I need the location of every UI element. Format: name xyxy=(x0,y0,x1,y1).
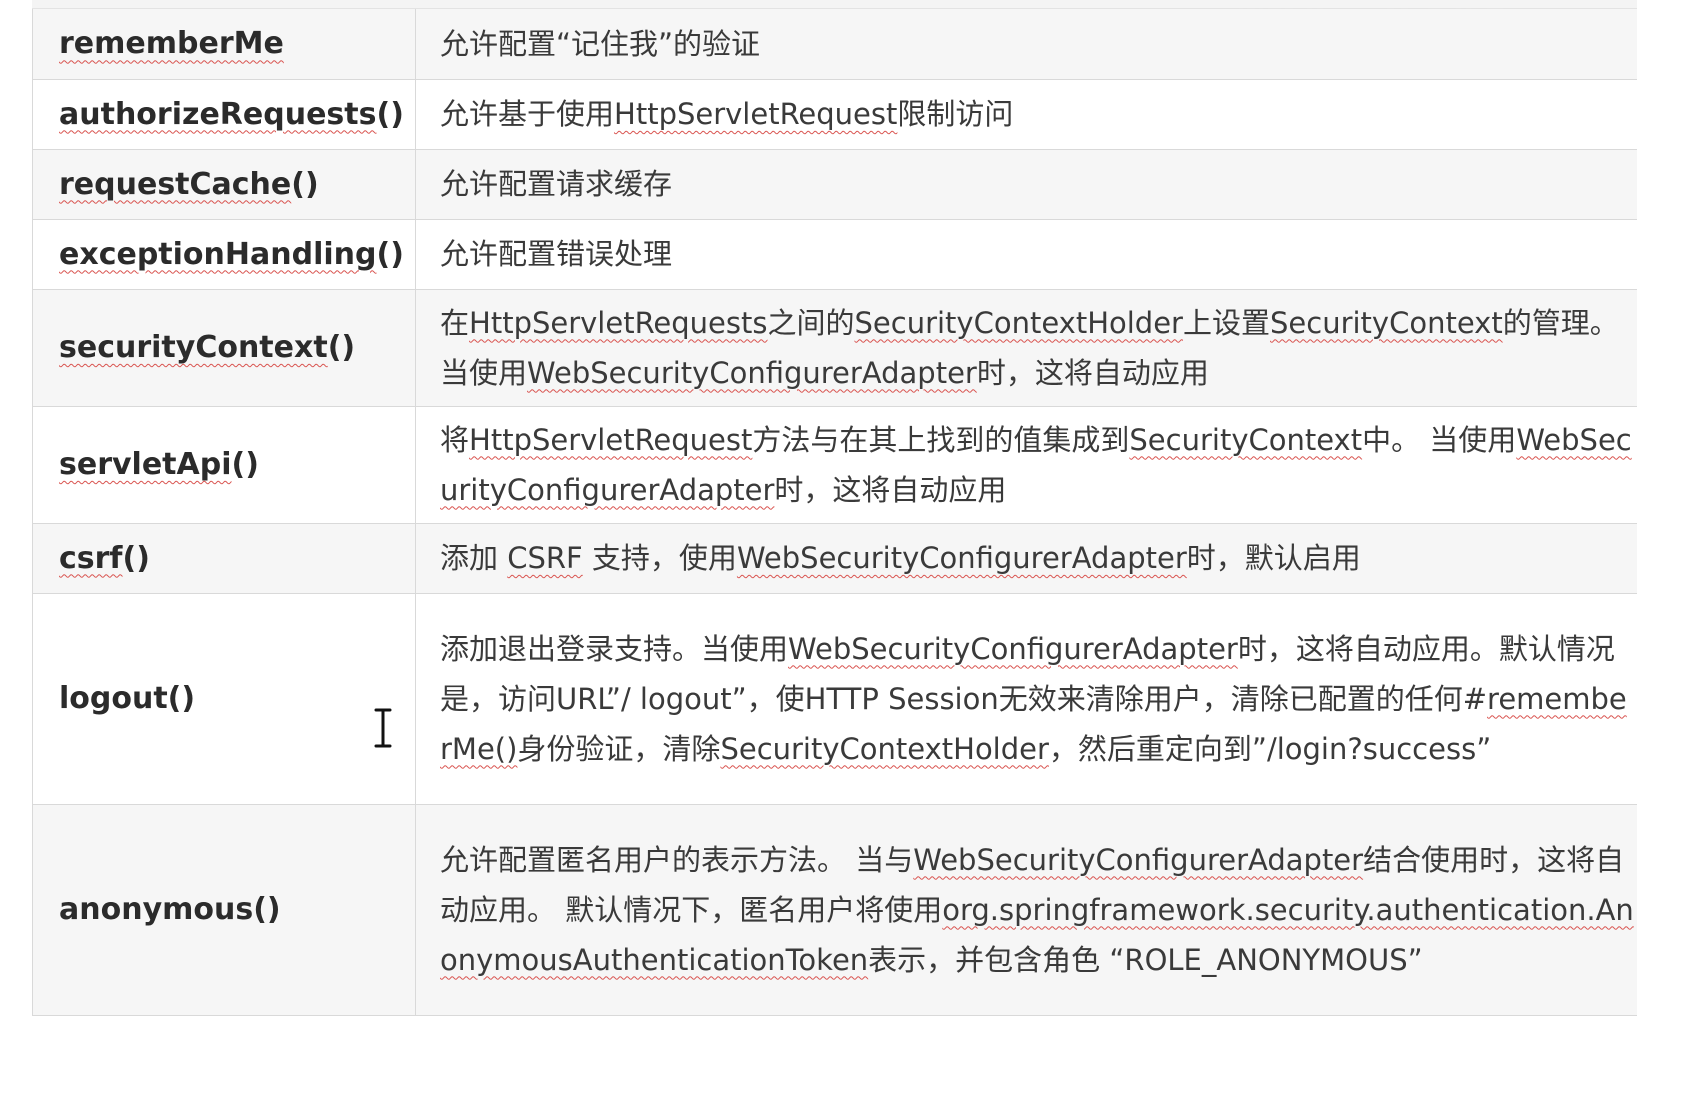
spellcheck-term: WebSecurityConfigurerAdapter xyxy=(736,541,1187,575)
spellcheck-term: authorizeRequests xyxy=(59,96,377,132)
spellcheck-term: rememberMe xyxy=(59,26,284,62)
table-row: servletApi() 将HttpServletRequest方法与在其上找到… xyxy=(32,406,1638,523)
method-name-cell: securityContext() xyxy=(32,289,416,406)
table-row: rememberMe 允许配置“记住我”的验证 xyxy=(32,9,1638,79)
method-name: anonymous() xyxy=(59,892,281,927)
spellcheck-term: org.springframework.security.authenticat… xyxy=(440,892,1634,977)
method-name: csrf() xyxy=(59,540,150,576)
spellcheck-term: requestCache xyxy=(59,166,292,202)
method-name-cell: logout() xyxy=(32,593,416,804)
method-name: rememberMe xyxy=(59,26,284,61)
spellcheck-term: csrf xyxy=(59,540,123,576)
method-name-cell: servletApi() xyxy=(32,406,416,523)
method-name: securityContext() xyxy=(59,330,356,365)
method-description: 允许配置请求缓存 xyxy=(440,167,673,201)
method-name-cell: exceptionHandling() xyxy=(32,219,416,289)
method-name-cell: csrf() xyxy=(32,523,416,593)
spellcheck-term: HttpServletRequest xyxy=(614,97,898,131)
bottom-edge xyxy=(0,1078,1697,1093)
method-description: 将HttpServletRequest方法与在其上找到的值集成到Security… xyxy=(440,422,1632,507)
method-name: authorizeRequests() xyxy=(59,96,404,132)
spellcheck-term: WebSecurityConfigurerAdapter xyxy=(788,631,1238,666)
method-description-cell: 允许配置匿名用户的表示方法。 当与WebSecurityConfigurerAd… xyxy=(416,804,1638,1015)
method-description-cell: 添加 CSRF 支持，使用WebSecurityConfigurerAdapte… xyxy=(416,523,1638,593)
document-page: 尚硅谷 — 技术分享 rememberMe 允许配置“记住我”的验证 autho… xyxy=(0,0,1697,1093)
method-description-cell: 允许配置错误处理 xyxy=(416,219,1638,289)
method-name-cell: authorizeRequests() xyxy=(32,79,416,149)
method-description-cell: 允许配置请求缓存 xyxy=(416,149,1638,219)
spellcheck-term: securityContext xyxy=(59,330,328,365)
method-description-cell: 允许配置“记住我”的验证 xyxy=(416,9,1638,79)
spellcheck-term: servletApi xyxy=(59,447,232,482)
table-row: securityContext() 在HttpServletRequests之间… xyxy=(32,289,1638,406)
text-cursor-icon xyxy=(374,708,392,748)
spellcheck-term: SecurityContext xyxy=(1129,422,1363,457)
spellcheck-term: SecurityContext xyxy=(1270,305,1503,340)
method-name-cell: rememberMe xyxy=(32,9,416,79)
table-row: requestCache() 允许配置请求缓存 xyxy=(32,149,1638,219)
method-description: 添加退出登录支持。当使用WebSecurityConfigurerAdapter… xyxy=(440,631,1627,766)
spellcheck-term: HttpServletRequests xyxy=(469,305,768,340)
spellcheck-term: WebSecurityConfigurerAdapter xyxy=(913,842,1364,877)
method-description: 允许配置匿名用户的表示方法。 当与WebSecurityConfigurerAd… xyxy=(440,842,1634,977)
method-name-cell: requestCache() xyxy=(32,149,416,219)
method-description: 允许配置错误处理 xyxy=(440,237,673,271)
method-name-cell: anonymous() xyxy=(32,804,416,1015)
method-description: 允许基于使用HttpServletRequest限制访问 xyxy=(440,97,1014,131)
method-name: requestCache() xyxy=(59,166,319,202)
spellcheck-term: SecurityContextHolder xyxy=(720,731,1049,766)
spellcheck-term: SecurityContextHolder xyxy=(854,305,1183,340)
table-row: exceptionHandling() 允许配置错误处理 xyxy=(32,219,1638,289)
table-row: logout() 添加退出登录支持。当使用WebSecurityConfigur… xyxy=(32,593,1638,804)
method-description: 允许配置“记住我”的验证 xyxy=(440,26,761,61)
method-description-cell: 允许基于使用HttpServletRequest限制访问 xyxy=(416,79,1638,149)
method-name: exceptionHandling() xyxy=(59,236,404,272)
method-description-cell: 添加退出登录支持。当使用WebSecurityConfigurerAdapter… xyxy=(416,593,1638,804)
method-description: 在HttpServletRequests之间的SecurityContextHo… xyxy=(440,305,1619,390)
method-description: 添加 CSRF 支持，使用WebSecurityConfigurerAdapte… xyxy=(440,541,1361,575)
method-name: servletApi() xyxy=(59,447,259,482)
table-row: anonymous() 允许配置匿名用户的表示方法。 当与WebSecurity… xyxy=(32,804,1638,1015)
spellcheck-term: CSRF xyxy=(507,541,583,575)
spellcheck-term: HttpServletRequest xyxy=(469,422,753,457)
method-description-cell: 将HttpServletRequest方法与在其上找到的值集成到Security… xyxy=(416,406,1638,523)
table-body: rememberMe 允许配置“记住我”的验证 authorizeRequest… xyxy=(32,9,1638,1015)
spellcheck-term: WebSecurityConfigurerAdapter xyxy=(527,355,977,390)
method-name: logout() xyxy=(59,681,196,716)
table-row: authorizeRequests() 允许基于使用HttpServletReq… xyxy=(32,79,1638,149)
spellcheck-term: exceptionHandling xyxy=(59,236,377,272)
http-security-methods-table: rememberMe 允许配置“记住我”的验证 authorizeRequest… xyxy=(32,9,1637,1016)
table-row: csrf() 添加 CSRF 支持，使用WebSecurityConfigure… xyxy=(32,523,1638,593)
method-description-cell: 在HttpServletRequests之间的SecurityContextHo… xyxy=(416,289,1638,406)
